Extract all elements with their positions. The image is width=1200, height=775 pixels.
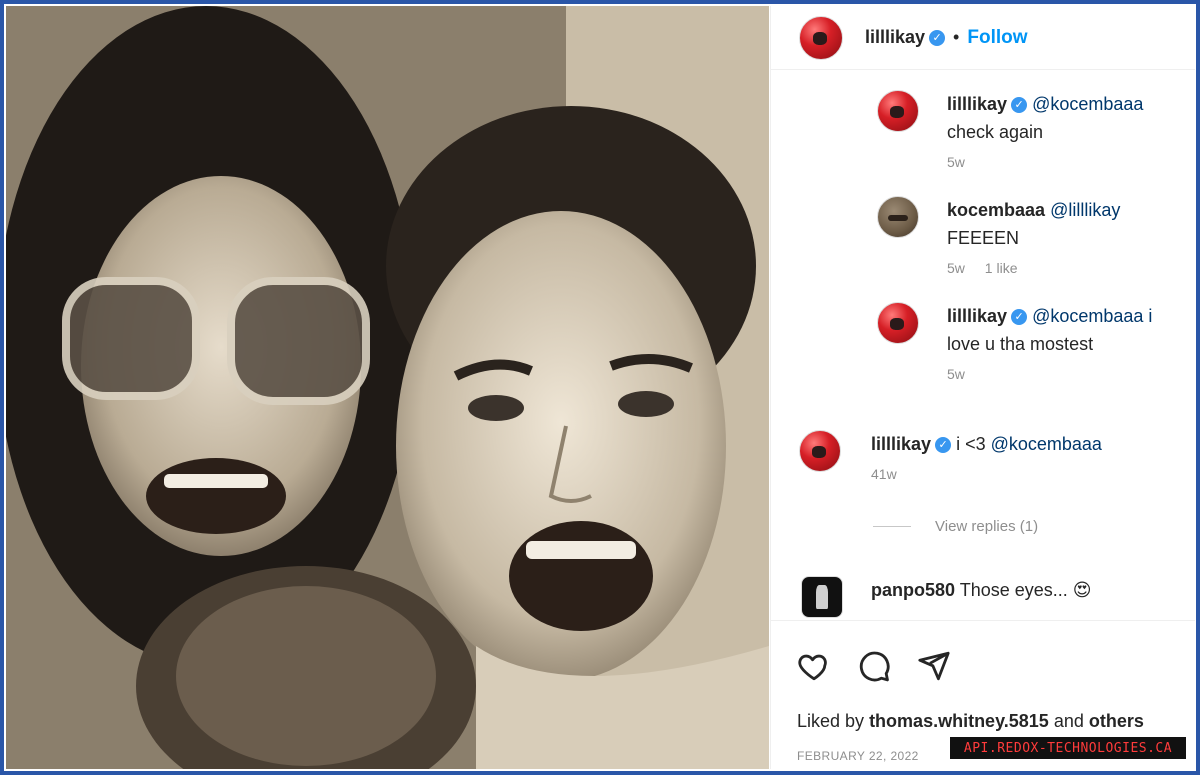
follow-button[interactable]: Follow (967, 27, 1027, 49)
photo-illustration (6, 6, 769, 769)
comment-text: Those eyes... (959, 580, 1068, 600)
view-replies-button[interactable]: View replies (1) (873, 518, 1038, 535)
watermark-label: API.REDOX-TECHNOLOGIES.CA (950, 737, 1186, 759)
comment-time: 5w (947, 260, 965, 276)
mention-link[interactable]: @kocembaaa (991, 434, 1102, 454)
commenter-avatar[interactable] (877, 196, 919, 238)
verified-icon: ✓ (935, 437, 952, 454)
commenter-avatar[interactable] (799, 430, 841, 472)
comment-time: 5w (947, 154, 965, 170)
reply-item: lilllikay ✓ @kocembaaa i love u tha moste… (877, 302, 1152, 382)
commenter-avatar[interactable] (877, 90, 919, 132)
liked-others-link[interactable]: others (1089, 711, 1144, 731)
comment-item: lilllikay ✓ i <3 @kocembaaa 41w (799, 430, 1102, 482)
verified-icon: ✓ (1011, 309, 1028, 326)
commenter-avatar[interactable] (877, 302, 919, 344)
comment-time: 41w (871, 466, 897, 482)
emoji-icon: 😍 (1072, 580, 1092, 600)
commenter-username[interactable]: kocembaaa (947, 200, 1045, 220)
author-avatar[interactable] (799, 15, 843, 60)
post-header: lilllikay ✓ • Follow (771, 6, 1195, 70)
commenter-username[interactable]: lilllikay (947, 94, 1007, 114)
heart-icon[interactable] (797, 649, 831, 683)
divider-line (873, 526, 911, 527)
view-replies-label: View replies (1) (935, 518, 1039, 535)
share-icon[interactable] (917, 649, 951, 683)
comment-text: i <3 (956, 434, 991, 454)
verified-icon: ✓ (1011, 97, 1028, 114)
comment-text: FEEEEN (947, 228, 1020, 248)
comment-time: 5w (947, 366, 965, 382)
post-date[interactable]: FEBRUARY 22, 2022 (797, 749, 919, 763)
verified-icon: ✓ (929, 29, 946, 46)
likes-summary: Liked by thomas.whitney.5815 and others (797, 711, 1144, 732)
comment-item: panpo580 Those eyes... 😍 (801, 576, 1092, 618)
comment-text: love u tha mostest (947, 334, 1094, 354)
liked-prefix: Liked by (797, 711, 865, 731)
liked-and: and (1053, 711, 1084, 731)
comment-icon[interactable] (857, 649, 891, 683)
commenter-username[interactable]: panpo580 (871, 580, 955, 600)
author-username[interactable]: lilllikay (865, 27, 925, 48)
mention-link[interactable]: @kocembaaa i (1032, 306, 1152, 326)
liked-user-link[interactable]: thomas.whitney.5815 (869, 711, 1049, 731)
reply-item: kocembaaa @lilllikay FEEEEN 5w 1 like (877, 196, 1120, 276)
commenter-avatar[interactable] (801, 576, 843, 618)
reply-item: lilllikay ✓ @kocembaaa check again 5w (877, 90, 1143, 170)
post-sidebar: lilllikay ✓ • Follow lilllikay ✓ @kocemba… (770, 6, 1195, 769)
mention-link[interactable]: @kocembaaa (1032, 94, 1143, 114)
comment-likes[interactable]: 1 like (985, 260, 1018, 276)
commenter-username[interactable]: lilllikay (947, 306, 1007, 326)
comments-list[interactable]: lilllikay ✓ @kocembaaa check again 5w koc… (771, 70, 1195, 620)
separator-dot: • (953, 27, 960, 47)
post-photo[interactable] (6, 6, 769, 769)
comment-text: check again (947, 122, 1044, 142)
commenter-username[interactable]: lilllikay (871, 434, 931, 454)
mention-link[interactable]: @lilllikay (1050, 200, 1120, 220)
